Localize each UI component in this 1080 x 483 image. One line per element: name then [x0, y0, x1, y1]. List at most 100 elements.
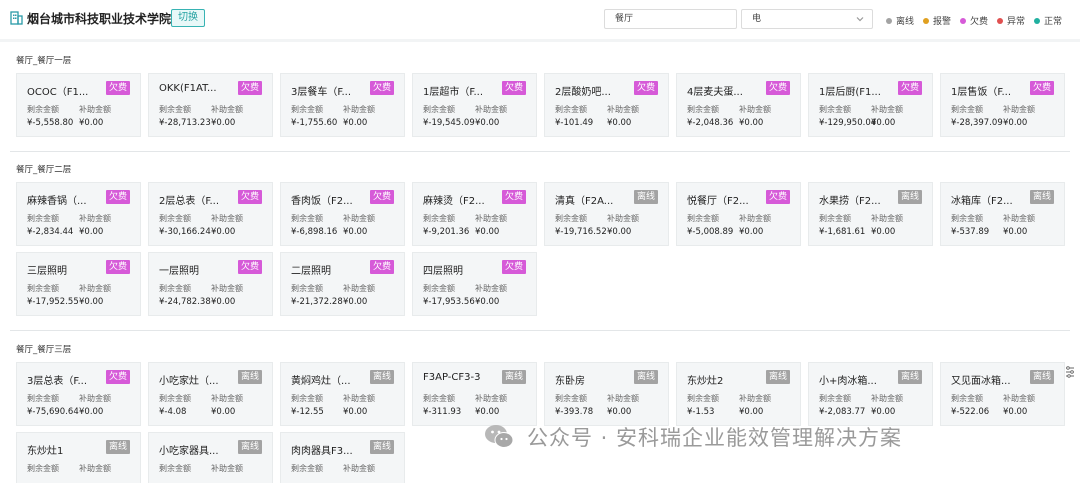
meter-card[interactable]: F3AP-CF3-3 离线 剩余金额 补助金额 ¥-311.93 ¥0.00	[412, 362, 537, 426]
subsidy-label: 补助金额	[211, 394, 243, 403]
category-select[interactable]: 餐厅	[604, 9, 737, 29]
meter-card[interactable]: 3层餐车（F... 欠费 剩余金额 补助金额 ¥-1,755.60 ¥0.00	[280, 73, 405, 137]
legend-dot	[997, 17, 1003, 24]
status-badge: 欠费	[369, 190, 394, 204]
legend-label: 欠费	[970, 17, 989, 27]
legend-item[interactable]: 正常	[1034, 14, 1062, 27]
meter-card[interactable]: 一层照明 欠费 剩余金额 补助金额 ¥-24,782.38 ¥0.00	[148, 252, 273, 316]
meter-card[interactable]: 香肉饭（F2... 欠费 剩余金额 补助金额 ¥-6,898.16 ¥0.00	[280, 182, 405, 246]
subsidy-value: ¥0.00	[607, 118, 632, 128]
balance-value: ¥-1,755.60	[291, 118, 338, 128]
section-title: 餐厅_餐厅二层	[16, 165, 72, 175]
energy-type-select[interactable]: 电	[741, 9, 873, 29]
status-badge: 欠费	[105, 190, 130, 204]
status-badge: 离线	[1029, 190, 1054, 204]
subsidy-value: ¥0.00	[607, 227, 632, 237]
meter-name: 肉肉器具F3...	[291, 446, 353, 457]
legend-item[interactable]: 报警	[923, 14, 951, 27]
meter-card[interactable]: 4层麦夫蛋... 欠费 剩余金额 补助金额 ¥-2,048.36 ¥0.00	[676, 73, 801, 137]
meter-name: OKK(F1AT...	[159, 83, 217, 94]
meter-name: 小吃家灶（...	[159, 376, 219, 387]
switch-button[interactable]: 切换	[171, 9, 205, 27]
meter-card[interactable]: OKK(F1AT... 欠费 剩余金额 补助金额 ¥-28,713.23 ¥0.00	[148, 73, 273, 137]
meter-name: 水果捞（F2...	[819, 196, 881, 207]
meter-card[interactable]: 三层照明 欠费 剩余金额 补助金额 ¥-17,952.55 ¥0.00	[16, 252, 141, 316]
meter-card[interactable]: 黄焖鸡灶（... 离线 剩余金额 补助金额 ¥-12.55 ¥0.00	[280, 362, 405, 426]
balance-value: ¥-12.55	[291, 407, 324, 417]
subsidy-value: ¥0.00	[871, 227, 896, 237]
meter-card[interactable]: 小吃家器具... 离线 剩余金额 补助金额	[148, 432, 273, 483]
meter-card[interactable]: 小吃家灶（... 离线 剩余金额 补助金额 ¥-4.08 ¥0.00	[148, 362, 273, 426]
balance-value: ¥-6,898.16	[291, 227, 338, 237]
meter-card[interactable]: OCOC（F1... 欠费 剩余金额 补助金额 ¥-5,558.80 ¥0.00	[16, 73, 141, 137]
meter-name: 悦餐厅（F2...	[687, 196, 749, 207]
status-badge: 离线	[633, 370, 658, 384]
meter-card[interactable]: 麻辣烫（F2... 欠费 剩余金额 补助金额 ¥-9,201.36 ¥0.00	[412, 182, 537, 246]
meter-card[interactable]: 3层总表（F... 欠费 剩余金额 补助金额 ¥-75,690.64 ¥0.00	[16, 362, 141, 426]
meter-name: 二层照明	[291, 266, 331, 277]
meter-card[interactable]: 又见面冰箱... 离线 剩余金额 补助金额 ¥-522.06 ¥0.00	[940, 362, 1065, 426]
meter-card[interactable]: 东炒灶2 离线 剩余金额 补助金额 ¥-1.53 ¥0.00	[676, 362, 801, 426]
wechat-icon	[485, 425, 514, 448]
subsidy-value: ¥0.00	[343, 118, 368, 128]
status-badge: 欠费	[105, 260, 130, 274]
balance-label: 剩余金额	[159, 214, 191, 223]
subsidy-label: 补助金额	[343, 105, 375, 114]
meter-name: 2层总表（F...	[159, 196, 220, 207]
subsidy-label: 补助金额	[871, 214, 903, 223]
status-badge: 欠费	[1029, 81, 1054, 95]
settings-toggle-icon[interactable]	[1065, 366, 1075, 378]
legend-dot	[886, 17, 892, 24]
balance-label: 剩余金额	[555, 394, 587, 403]
meter-card[interactable]: 东炒灶1 离线 剩余金额 补助金额	[16, 432, 141, 483]
subsidy-value: ¥0.00	[475, 118, 500, 128]
section-divider	[10, 330, 1070, 331]
subsidy-label: 补助金额	[343, 284, 375, 293]
status-badge: 欠费	[369, 260, 394, 274]
subsidy-value: ¥0.00	[343, 297, 368, 307]
subsidy-value: ¥0.00	[79, 227, 104, 237]
top-bar: 烟台城市科技职业技术学院 切换 餐厅 电 离线 报警 欠费 异常 正常	[0, 0, 1080, 36]
meter-card[interactable]: 麻辣香锅（... 欠费 剩余金额 补助金额 ¥-2,834.44 ¥0.00	[16, 182, 141, 246]
balance-value: ¥-17,953.56	[423, 297, 475, 307]
meter-card[interactable]: 清真（F2A... 离线 剩余金额 补助金额 ¥-19,716.52 ¥0.00	[544, 182, 669, 246]
meter-card[interactable]: 2层酸奶吧... 欠费 剩余金额 补助金额 ¥-101.49 ¥0.00	[544, 73, 669, 137]
status-badge: 欠费	[237, 190, 262, 204]
subsidy-label: 补助金额	[79, 284, 111, 293]
meter-card[interactable]: 1层后厨(F1... 欠费 剩余金额 补助金额 ¥-129,950.04 ¥0.00	[808, 73, 933, 137]
legend-item[interactable]: 异常	[997, 14, 1025, 27]
meter-name: 香肉饭（F2...	[291, 196, 353, 207]
meter-name: 四层照明	[423, 266, 463, 277]
balance-label: 剩余金额	[159, 394, 191, 403]
meter-name: 又见面冰箱...	[951, 376, 1011, 387]
meter-card[interactable]: 冰箱库（F2... 离线 剩余金额 补助金额 ¥-537.89 ¥0.00	[940, 182, 1065, 246]
status-badge: 欠费	[897, 81, 922, 95]
meter-card[interactable]: 2层总表（F... 欠费 剩余金额 补助金额 ¥-30,166.24 ¥0.00	[148, 182, 273, 246]
meter-card[interactable]: 水果捞（F2... 离线 剩余金额 补助金额 ¥-1,681.61 ¥0.00	[808, 182, 933, 246]
meter-card[interactable]: 肉肉器具F3... 离线 剩余金额 补助金额	[280, 432, 405, 483]
subsidy-label: 补助金额	[343, 464, 375, 473]
subsidy-value: ¥0.00	[607, 407, 632, 417]
meter-card[interactable]: 东卧房 离线 剩余金额 补助金额 ¥-393.78 ¥0.00	[544, 362, 669, 426]
meter-name: 东卧房	[555, 376, 585, 387]
meter-card[interactable]: 悦餐厅（F2... 欠费 剩余金额 补助金额 ¥-5,008.89 ¥0.00	[676, 182, 801, 246]
balance-value: ¥-24,782.38	[159, 297, 211, 307]
energy-type-select-value: 电	[752, 14, 762, 24]
subsidy-label: 补助金额	[211, 464, 243, 473]
meter-card[interactable]: 二层照明 欠费 剩余金额 补助金额 ¥-21,372.28 ¥0.00	[280, 252, 405, 316]
meter-card[interactable]: 1层售饭（F... 欠费 剩余金额 补助金额 ¥-28,397.09 ¥0.00	[940, 73, 1065, 137]
balance-label: 剩余金额	[687, 394, 719, 403]
meter-name: 1层超市（F...	[423, 87, 484, 98]
balance-value: ¥-522.06	[951, 407, 990, 417]
legend-item[interactable]: 离线	[886, 14, 914, 27]
balance-label: 剩余金额	[819, 105, 851, 114]
subsidy-value: ¥0.00	[211, 118, 236, 128]
meter-name: 4层麦夫蛋...	[687, 87, 743, 98]
meter-card[interactable]: 1层超市（F... 欠费 剩余金额 补助金额 ¥-19,545.09 ¥0.00	[412, 73, 537, 137]
meter-card[interactable]: 四层照明 欠费 剩余金额 补助金额 ¥-17,953.56 ¥0.00	[412, 252, 537, 316]
section-title: 餐厅_餐厅一层	[16, 56, 72, 66]
status-badge: 欠费	[765, 81, 790, 95]
meter-card[interactable]: 小+肉冰箱... 离线 剩余金额 补助金额 ¥-2,083.77 ¥0.00	[808, 362, 933, 426]
legend-item[interactable]: 欠费	[960, 14, 988, 27]
meter-name: 麻辣香锅（...	[27, 196, 87, 207]
